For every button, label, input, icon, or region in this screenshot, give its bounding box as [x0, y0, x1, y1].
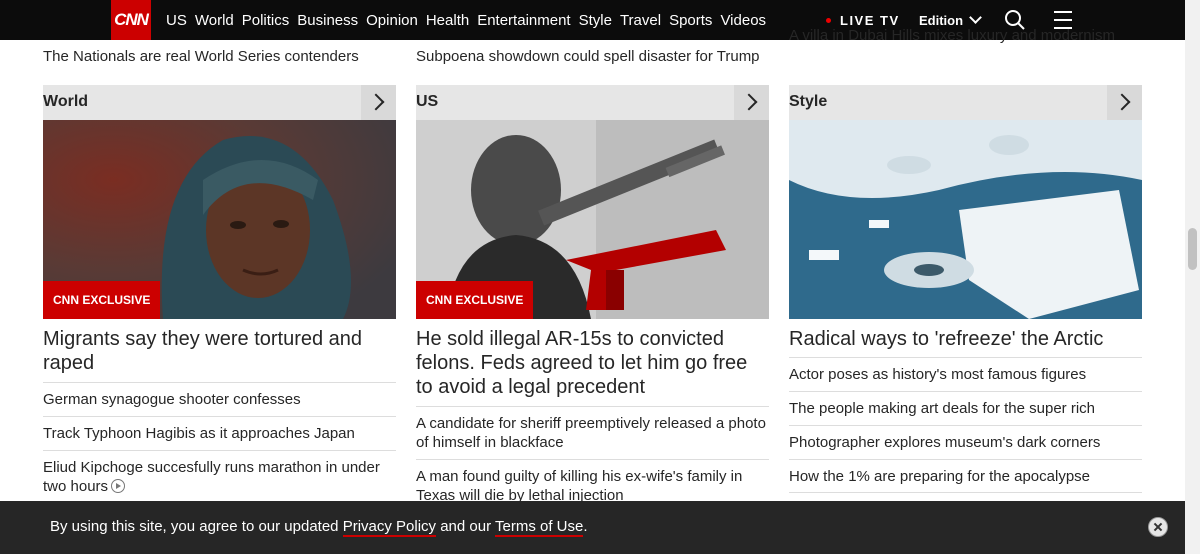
list-item[interactable]: Eliud Kipchoge succesfully runs marathon… [43, 450, 396, 496]
cookie-banner: By using this site, you agree to our upd… [0, 501, 1185, 554]
nav-link-health[interactable]: Health [426, 12, 469, 29]
cookie-prefix: By using this site, you agree to our upd… [50, 518, 339, 535]
list-item[interactable]: Actor poses as history's most famous fig… [789, 357, 1142, 384]
story-headline[interactable]: Radical ways to 'refreeze' the Arctic [789, 327, 1142, 351]
nav-link-us[interactable]: US [166, 12, 187, 29]
close-icon[interactable] [1148, 517, 1168, 537]
nav-link-travel[interactable]: Travel [620, 12, 661, 29]
section-title: World [43, 93, 89, 110]
nav-link-entertainment[interactable]: Entertainment [477, 12, 570, 29]
list-item[interactable]: How the 1% are preparing for the apocaly… [789, 459, 1142, 493]
partial-headline[interactable]: Subpoena showdown could spell disaster f… [416, 48, 760, 65]
cnn-logo[interactable]: CNN [111, 0, 151, 40]
section-header-style[interactable]: Style [789, 85, 1142, 120]
nav-link-politics[interactable]: Politics [242, 12, 290, 29]
exclusive-badge: CNN EXCLUSIVE [416, 281, 534, 319]
list-item[interactable]: Photographer explores museum's dark corn… [789, 425, 1142, 452]
edition-label: Edition [919, 12, 964, 28]
partial-headline[interactable]: A villa in Dubai Hills mixes luxury and … [789, 27, 1115, 44]
chevron-right-icon[interactable] [361, 85, 396, 120]
chevron-right-icon[interactable] [734, 85, 769, 120]
nav-link-opinion[interactable]: Opinion [366, 12, 418, 29]
section-title: Style [789, 93, 828, 110]
list-item[interactable]: Track Typhoon Hagibis as it approaches J… [43, 416, 396, 443]
list-item-text: Eliud Kipchoge succesfully runs marathon… [43, 459, 380, 495]
nav-link-sports[interactable]: Sports [669, 12, 712, 29]
privacy-policy-link[interactable]: Privacy Policy [342, 518, 437, 537]
chevron-down-icon [969, 11, 982, 24]
list-item[interactable]: A man found guilty of killing his ex-wif… [416, 459, 769, 505]
list-item[interactable]: German synagogue shooter confesses [43, 382, 396, 409]
cookie-suffix: . [583, 518, 588, 535]
live-tv-label: LIVE TV [840, 12, 900, 28]
story-headline[interactable]: He sold illegal AR-15s to convicted felo… [416, 327, 769, 399]
exclusive-badge: CNN EXCLUSIVE [43, 281, 161, 319]
nav-link-videos[interactable]: Videos [720, 12, 766, 29]
scrollbar-thumb[interactable] [1188, 228, 1197, 270]
nav-links: US World Politics Business Opinion Healt… [166, 0, 774, 40]
play-icon [111, 479, 126, 493]
nav-link-business[interactable]: Business [297, 12, 358, 29]
cookie-text: By using this site, you agree to our upd… [50, 518, 588, 537]
section-header-us[interactable]: US [416, 85, 769, 120]
nav-link-style[interactable]: Style [579, 12, 612, 29]
list-item[interactable]: The people making art deals for the supe… [789, 391, 1142, 418]
scrollbar[interactable] [1185, 0, 1200, 554]
live-dot-icon [826, 17, 831, 23]
partial-headline[interactable]: The Nationals are real World Series cont… [43, 48, 359, 65]
terms-of-use-link[interactable]: Terms of Use [495, 518, 584, 537]
story-image[interactable]: CNN EXCLUSIVE [43, 120, 396, 319]
chevron-right-icon[interactable] [1107, 85, 1142, 120]
section-title: US [416, 93, 439, 110]
list-item[interactable]: A candidate for sheriff preemptively rel… [416, 406, 769, 452]
section-header-world[interactable]: World [43, 85, 396, 120]
story-headline[interactable]: Migrants say they were tortured and rape… [43, 327, 396, 375]
story-image[interactable] [789, 120, 1142, 319]
nav-link-world[interactable]: World [195, 12, 234, 29]
cookie-middle: and our [440, 518, 492, 535]
story-image[interactable]: CNN EXCLUSIVE [416, 120, 769, 319]
